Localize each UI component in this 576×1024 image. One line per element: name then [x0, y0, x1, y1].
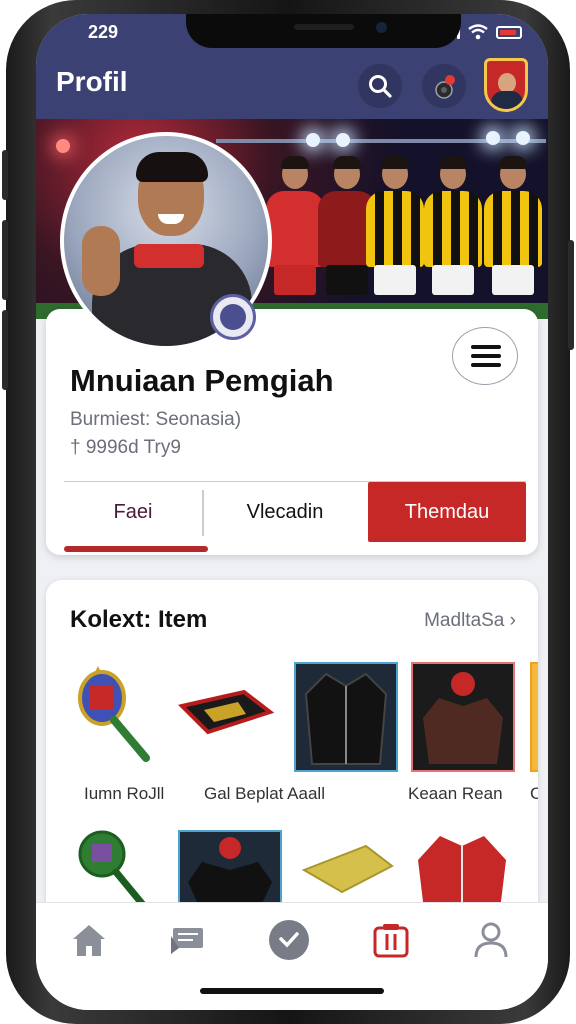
collection-item-patch[interactable]	[174, 662, 278, 772]
speaker	[294, 24, 354, 30]
item-label: Gal Beplat Aaall	[204, 784, 325, 803]
nav-profile[interactable]	[468, 917, 514, 963]
collection-section: Kolext: Item MadltaSa › Iumn RoJll Gal B…	[46, 580, 538, 940]
tab-themdau[interactable]: Themdau	[368, 482, 526, 542]
battery-icon	[496, 25, 522, 39]
profile-tabs: Faei Vlecadin Themdau	[64, 481, 526, 552]
jersey-icon	[188, 837, 272, 908]
power-button	[568, 240, 574, 350]
page-title: Profil	[56, 66, 128, 97]
towel-icon	[301, 844, 394, 894]
collection-item-partial[interactable]	[530, 662, 538, 772]
collection-title: Kolext: Item	[70, 606, 208, 633]
club-badge-icon	[210, 294, 256, 340]
search-icon	[369, 75, 392, 98]
chevron-right-icon: ›	[509, 610, 516, 631]
collection-item-red-jacket[interactable]	[410, 830, 514, 910]
mute-switch	[2, 150, 8, 200]
nav-home[interactable]	[66, 917, 112, 963]
tab-vlecadin[interactable]: Vlecadin	[204, 482, 366, 542]
see-all-link[interactable]: MadltaSa ›	[424, 610, 516, 632]
collection-item-racket-2[interactable]	[64, 830, 168, 910]
nav-news[interactable]	[164, 917, 210, 963]
status-time: 229	[88, 22, 119, 42]
nav-activity[interactable]	[266, 917, 312, 963]
collection-item-racket[interactable]	[64, 662, 168, 772]
collection-icon	[373, 924, 409, 958]
tab-faei[interactable]: Faei	[64, 482, 202, 542]
profile-subtitle: Burmiest: Seonasia)	[70, 409, 242, 430]
collection-item-jacket[interactable]	[294, 662, 398, 772]
see-all-label: MadltaSa	[424, 610, 505, 631]
flag-patch-icon	[178, 689, 275, 735]
profile-icon	[474, 922, 508, 958]
jacket-icon	[423, 672, 503, 764]
phone-screen: 229 Profil Mnuiaan Pemgiah Burmiest: Seo…	[36, 14, 548, 1010]
profile-name: Mnuiaan Pemgiah	[70, 363, 334, 398]
item-label: Iumn RoJll	[84, 784, 165, 803]
badminton-racket-icon	[78, 666, 150, 762]
menu-button[interactable]	[452, 327, 518, 385]
badminton-racket-icon	[78, 830, 148, 910]
collection-item-jacket-2[interactable]	[411, 662, 515, 772]
home-icon	[73, 925, 105, 956]
front-camera	[376, 22, 387, 33]
volume-up-button	[2, 220, 8, 300]
leather-jacket-icon	[304, 672, 388, 765]
volume-down-button	[2, 310, 8, 390]
item-label: Ca	[530, 784, 538, 803]
notch	[186, 14, 461, 48]
record-button[interactable]	[422, 64, 466, 108]
nav-collection[interactable]	[368, 917, 414, 963]
item-label: Keaan Rean	[408, 784, 503, 803]
wifi-icon	[468, 24, 488, 40]
user-avatar[interactable]	[484, 58, 528, 112]
profile-meta: † 9996d Try9	[70, 437, 181, 458]
tab-selected-indicator	[64, 546, 208, 552]
red-jacket-icon	[418, 836, 506, 910]
collection-item-towel[interactable]	[296, 830, 400, 910]
activity-icon	[269, 920, 309, 960]
search-button[interactable]	[358, 64, 402, 108]
collection-item-jersey[interactable]	[178, 830, 282, 910]
news-icon	[171, 928, 203, 954]
camera-icon	[435, 75, 455, 99]
home-indicator[interactable]	[200, 988, 384, 994]
